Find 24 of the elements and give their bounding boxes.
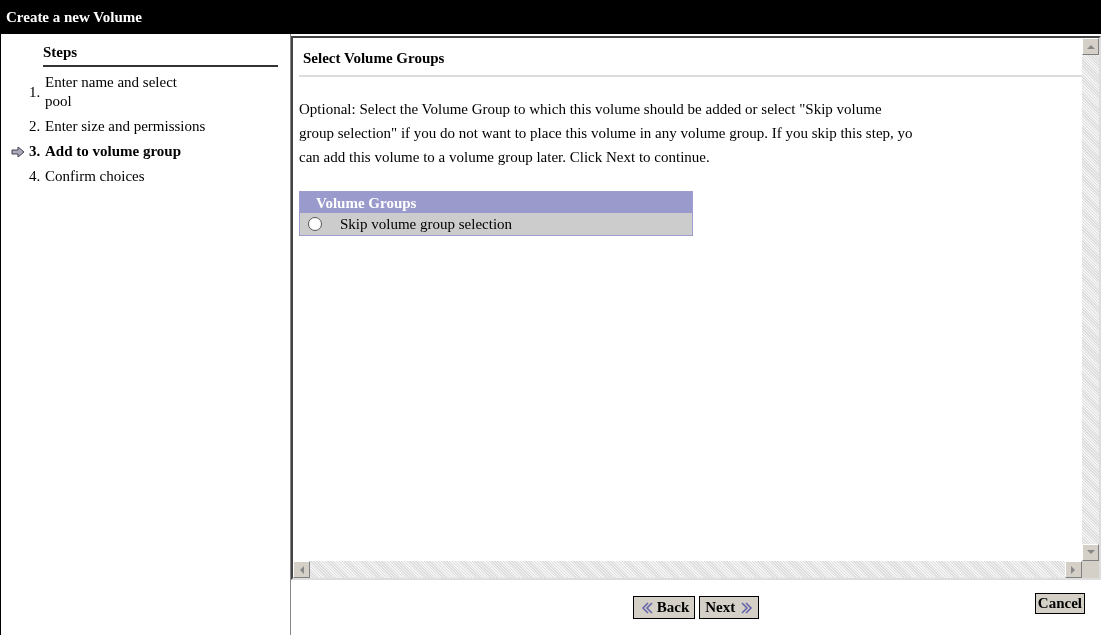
scroll-up-icon[interactable] — [1082, 38, 1099, 55]
scroll-left-icon[interactable] — [293, 561, 310, 578]
step-number: 3. — [29, 143, 42, 160]
step-label: Confirm choices — [45, 167, 146, 186]
double-right-arrow-icon — [739, 600, 754, 615]
next-button[interactable]: Next — [699, 596, 760, 619]
scroll-down-icon[interactable] — [1082, 544, 1099, 561]
back-button[interactable]: Back — [632, 596, 696, 619]
table-header: Volume Groups — [300, 192, 692, 213]
steps-heading: Steps — [43, 44, 278, 67]
step-label: Add to volume group — [45, 142, 182, 161]
radio-button[interactable] — [308, 217, 322, 231]
scrollbar-corner — [1082, 561, 1099, 578]
window-title: Create a new Volume — [0, 0, 1101, 34]
step-label: Enter name and select pool — [45, 73, 179, 111]
step-number: 4. — [29, 168, 42, 185]
section-heading: Select Volume Groups — [299, 46, 1082, 77]
scroll-right-icon[interactable] — [1065, 561, 1082, 578]
step-number: 2. — [29, 118, 42, 135]
cancel-button[interactable]: Cancel — [1034, 593, 1085, 614]
instructions-text: Optional: Select the Volume Group to which this volume should be added or select "Skip volume group selection" if you do not want to place this volume in any volume group. If you skip this step, yo can add this volume to a volume group later. Click Next to continue. — [299, 100, 914, 167]
step-label: Enter size and permissions — [45, 117, 207, 136]
option-label: Skip volume group selection — [340, 215, 513, 233]
step-number: 1. — [29, 83, 42, 101]
